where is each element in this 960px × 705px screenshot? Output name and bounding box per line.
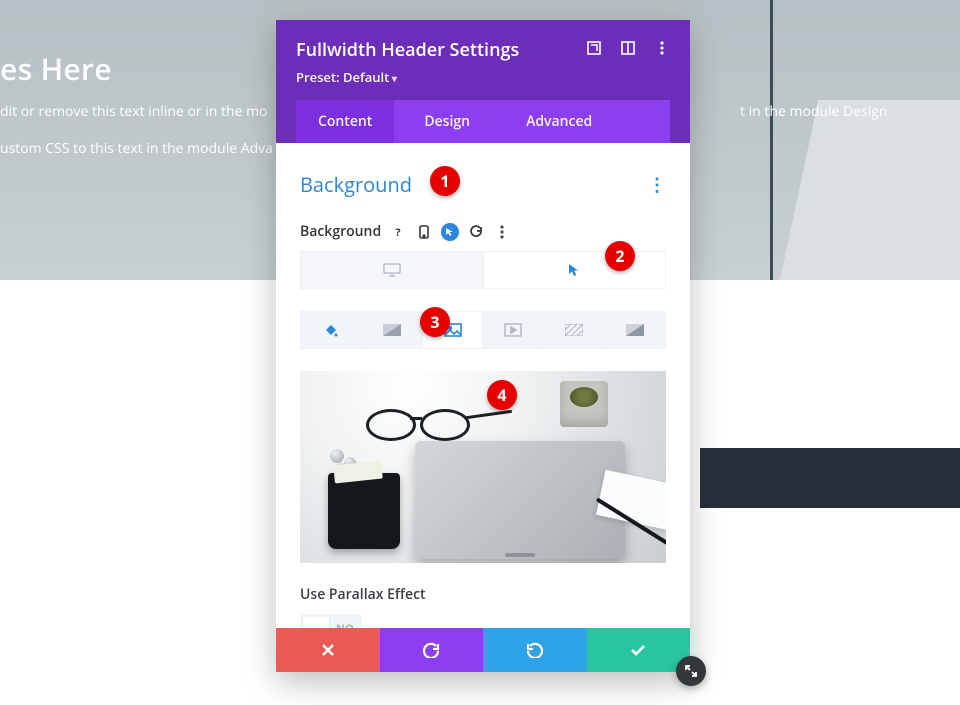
tab-content[interactable]: Content — [296, 100, 394, 143]
page-dark-block — [700, 448, 960, 508]
help-icon[interactable]: ? — [389, 223, 407, 241]
toggle-knob — [303, 617, 329, 628]
hover-icon[interactable] — [441, 223, 459, 241]
modal-action-bar — [276, 628, 690, 672]
section-menu-icon[interactable]: ⋮ — [648, 173, 666, 197]
tab-design[interactable]: Design — [394, 100, 500, 143]
modal-header-actions — [586, 38, 670, 56]
field-label: Background — [300, 222, 381, 241]
kebab-icon[interactable] — [654, 40, 670, 56]
annotation-badge-2: 2 — [605, 241, 635, 271]
close-icon — [321, 643, 335, 657]
parallax-toggle[interactable]: NO — [300, 614, 362, 628]
preview-plant — [560, 381, 608, 427]
undo-icon — [422, 642, 440, 658]
cursor-icon — [568, 263, 580, 277]
expand-icon[interactable] — [586, 40, 602, 56]
modal-tabs: Content Design Advanced — [296, 100, 670, 143]
modal-header: Fullwidth Header Settings Preset: Defaul… — [276, 20, 690, 143]
modal-title: Fullwidth Header Settings — [296, 38, 519, 62]
state-hover[interactable] — [484, 252, 666, 288]
bg-tab-gradient[interactable] — [362, 311, 423, 349]
bg-tab-video[interactable] — [483, 311, 544, 349]
bg-tab-color[interactable] — [300, 311, 362, 349]
save-button[interactable] — [587, 628, 691, 672]
toggle-value-label: NO — [336, 621, 354, 629]
section-header: Background ⋮ — [300, 171, 666, 198]
background-image-preview[interactable] — [300, 371, 666, 563]
cancel-button[interactable] — [276, 628, 380, 672]
hero-desc-right: t in the module Design — [740, 99, 960, 126]
annotation-badge-3: 3 — [420, 307, 450, 337]
preview-laptop — [415, 441, 625, 559]
check-icon — [630, 644, 646, 656]
section-title[interactable]: Background — [300, 171, 412, 198]
resize-handle[interactable] — [676, 656, 706, 686]
reset-icon[interactable] — [467, 223, 485, 241]
preset-selector[interactable]: Preset: Default — [296, 68, 670, 86]
field-kebab-icon[interactable] — [493, 223, 511, 241]
redo-button[interactable] — [483, 628, 587, 672]
redo-icon — [526, 642, 544, 658]
bg-tab-pattern[interactable] — [544, 311, 605, 349]
parallax-label: Use Parallax Effect — [300, 585, 666, 604]
modal-body: Background ⋮ Background ? — [276, 143, 690, 628]
phone-icon[interactable] — [415, 223, 433, 241]
hero-decor — [780, 100, 960, 280]
preview-glasses — [366, 403, 476, 441]
module-settings-modal: Fullwidth Header Settings Preset: Defaul… — [276, 20, 690, 672]
tab-advanced[interactable]: Advanced — [500, 100, 614, 143]
desktop-icon — [383, 263, 401, 277]
preview-wallet — [328, 473, 400, 549]
field-label-row: Background ? — [300, 222, 666, 241]
background-type-tabs — [300, 311, 666, 349]
preview-coin — [330, 449, 344, 463]
state-desktop[interactable] — [301, 252, 484, 288]
panel-toggle-icon[interactable] — [620, 40, 636, 56]
annotation-badge-4: 4 — [487, 380, 517, 410]
resize-icon — [684, 664, 698, 678]
hero-decor-stripe — [770, 0, 773, 280]
svg-text:?: ? — [396, 225, 401, 239]
annotation-badge-1: 1 — [430, 166, 460, 196]
undo-button[interactable] — [380, 628, 484, 672]
bg-tab-mask[interactable] — [605, 311, 666, 349]
